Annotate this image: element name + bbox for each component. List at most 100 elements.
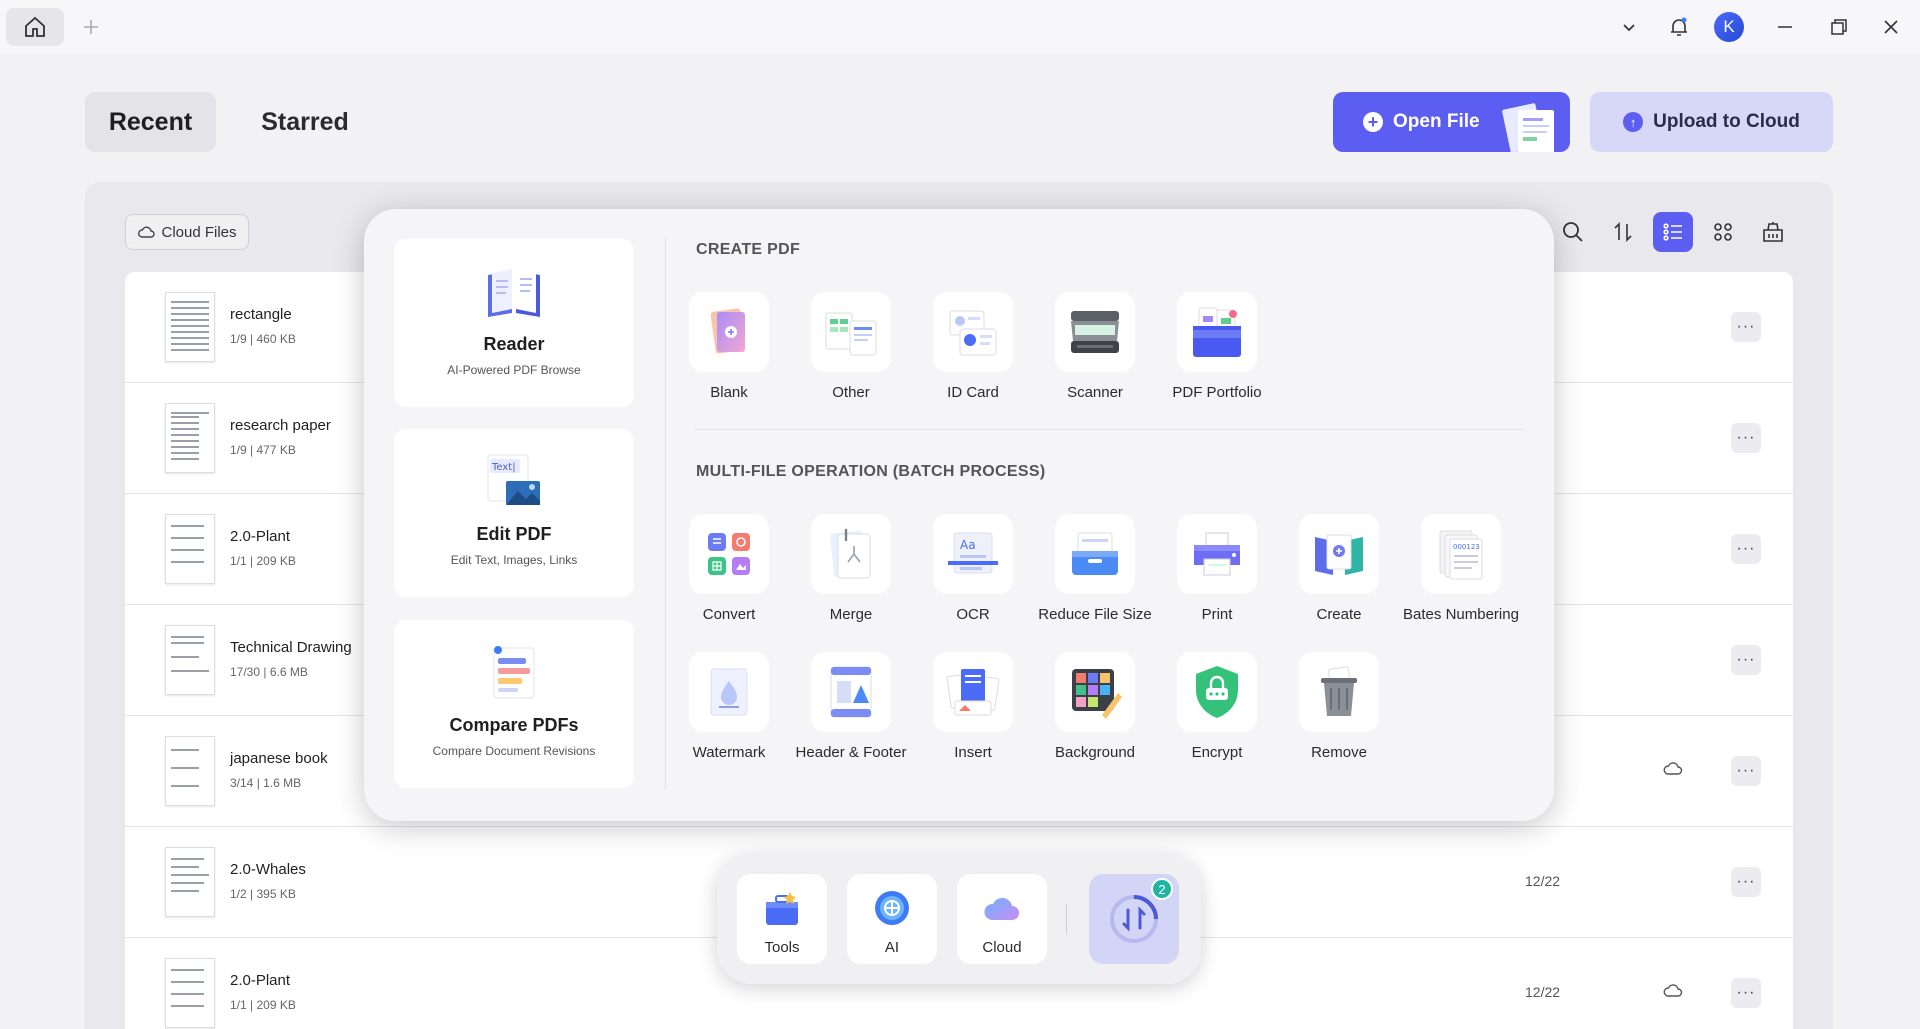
- tool-insert[interactable]: Insert: [912, 652, 1034, 761]
- tool-label: Other: [832, 384, 870, 401]
- documents-illustration-icon: [1502, 103, 1554, 152]
- close-button[interactable]: [1862, 0, 1920, 54]
- tool-label: Merge: [829, 606, 873, 623]
- clear-history-button[interactable]: [1753, 212, 1793, 252]
- home-tab[interactable]: [6, 8, 64, 46]
- dropdown-button[interactable]: [1604, 0, 1654, 54]
- tool-bates-numbering[interactable]: 000123 Bates Numbering: [1400, 514, 1522, 623]
- tool-label: Bates Numbering: [1403, 606, 1519, 623]
- restore-icon: [1831, 19, 1847, 35]
- grid-view-button[interactable]: [1703, 212, 1743, 252]
- list-view-button[interactable]: [1653, 212, 1693, 252]
- tool-label: Insert: [954, 744, 992, 761]
- trash-bin-icon: [1763, 222, 1783, 242]
- tool-other[interactable]: Other: [790, 292, 912, 401]
- more-options-button[interactable]: ···: [1731, 423, 1761, 453]
- tools-popup: Reader AI-Powered PDF Browse Text| Edit …: [364, 209, 1554, 821]
- dock-convert-tasks-button[interactable]: 2: [1089, 874, 1179, 964]
- new-tab-button[interactable]: [78, 14, 104, 40]
- more-options-button[interactable]: ···: [1731, 645, 1761, 675]
- tool-watermark[interactable]: Watermark: [668, 652, 790, 761]
- tool-remove[interactable]: Remove: [1278, 652, 1400, 761]
- ellipsis-icon: ···: [1736, 429, 1756, 446]
- search-button[interactable]: [1553, 212, 1593, 252]
- tool-id-card[interactable]: ID Card: [912, 292, 1034, 401]
- printer-icon: [1194, 532, 1240, 576]
- cloud-sync-icon[interactable]: [1663, 982, 1683, 1003]
- tool-reduce-file-size[interactable]: Reduce File Size: [1034, 514, 1156, 623]
- reader-book-icon: [488, 269, 540, 317]
- more-options-button[interactable]: ···: [1731, 867, 1761, 897]
- insert-pages-icon: [946, 669, 1000, 716]
- dock-tools-button[interactable]: Tools: [737, 874, 827, 964]
- cloud-icon: [984, 897, 1019, 920]
- ai-assistant-icon: [875, 891, 909, 925]
- file-thumbnail: [165, 292, 215, 362]
- grid-view-icon: [1714, 223, 1732, 241]
- create-pdf-icon: [1315, 534, 1363, 575]
- tool-convert[interactable]: Convert: [668, 514, 790, 623]
- edit-pdf-card[interactable]: Text| Edit PDF Edit Text, Images, Links: [394, 429, 634, 597]
- close-icon: [1884, 20, 1898, 34]
- background-palette-icon: [1072, 669, 1122, 719]
- lock-shield-icon: [1196, 666, 1238, 718]
- ellipsis-icon: ···: [1736, 873, 1756, 890]
- tool-blank[interactable]: Blank: [668, 292, 790, 401]
- avatar: K: [1714, 12, 1744, 42]
- restore-button[interactable]: [1816, 0, 1862, 54]
- id-card-icon: [949, 310, 997, 356]
- tab-starred[interactable]: Starred: [240, 92, 370, 152]
- minimize-icon: [1778, 26, 1792, 28]
- ellipsis-icon: ···: [1736, 318, 1756, 335]
- list-view-icon: [1663, 223, 1682, 241]
- open-file-label: Open File: [1393, 111, 1480, 132]
- other-formats-icon: [825, 312, 877, 356]
- sort-button[interactable]: [1603, 212, 1643, 252]
- compare-pdfs-title: Compare PDFs: [449, 715, 579, 735]
- tool-background[interactable]: Background: [1034, 652, 1156, 761]
- file-meta: 1/2 | 395 KB: [230, 887, 296, 901]
- more-options-button[interactable]: ···: [1731, 312, 1761, 342]
- edit-text-icon: Text|: [487, 454, 540, 505]
- upload-icon: ↑: [1623, 112, 1644, 132]
- sort-icon: [1614, 222, 1632, 242]
- cloud-files-button[interactable]: Cloud Files: [125, 214, 249, 250]
- home-icon: [25, 16, 45, 37]
- tool-ocr[interactable]: Aa OCR: [912, 514, 1034, 623]
- minimize-button[interactable]: [1754, 0, 1816, 54]
- more-options-button[interactable]: ···: [1731, 978, 1761, 1008]
- title-bar: K: [0, 0, 1920, 54]
- tab-recent[interactable]: Recent: [85, 92, 216, 152]
- reader-card[interactable]: Reader AI-Powered PDF Browse: [394, 239, 634, 407]
- tool-merge[interactable]: Merge: [790, 514, 912, 623]
- dock-ai-button[interactable]: AI: [847, 874, 937, 964]
- upload-to-cloud-button[interactable]: ↑ Upload to Cloud: [1590, 92, 1833, 152]
- edit-pdf-subtitle: Edit Text, Images, Links: [450, 553, 578, 567]
- tool-label: Scanner: [1067, 384, 1123, 401]
- notifications-button[interactable]: [1654, 0, 1704, 54]
- tool-scanner[interactable]: Scanner: [1034, 292, 1156, 401]
- popup-divider-horizontal: [694, 429, 1524, 430]
- tool-encrypt[interactable]: Encrypt: [1156, 652, 1278, 761]
- tool-print[interactable]: Print: [1156, 514, 1278, 623]
- file-meta: 1/9 | 477 KB: [230, 443, 296, 457]
- dock-cloud-label: Cloud: [982, 939, 1022, 956]
- tool-create[interactable]: Create: [1278, 514, 1400, 623]
- toolbox-icon: [766, 892, 798, 925]
- tool-header-footer[interactable]: Header & Footer: [790, 652, 912, 761]
- tool-label: Watermark: [692, 744, 766, 761]
- dock-cloud-button[interactable]: Cloud: [957, 874, 1047, 964]
- ocr-icon: Aa: [948, 532, 998, 574]
- open-file-button[interactable]: + Open File: [1333, 92, 1570, 152]
- more-options-button[interactable]: ···: [1731, 534, 1761, 564]
- account-button[interactable]: K: [1704, 0, 1754, 54]
- watermark-icon: [710, 668, 748, 716]
- compare-pdfs-card[interactable]: Compare PDFs Compare Document Revisions: [394, 620, 634, 788]
- tool-pdf-portfolio[interactable]: PDF Portfolio: [1156, 292, 1278, 401]
- cloud-sync-icon[interactable]: [1663, 760, 1683, 781]
- ellipsis-icon: ···: [1736, 651, 1756, 668]
- merge-icon: [830, 528, 871, 579]
- task-count-badge: 2: [1151, 878, 1173, 900]
- more-options-button[interactable]: ···: [1731, 756, 1761, 786]
- file-thumbnail: [165, 958, 215, 1028]
